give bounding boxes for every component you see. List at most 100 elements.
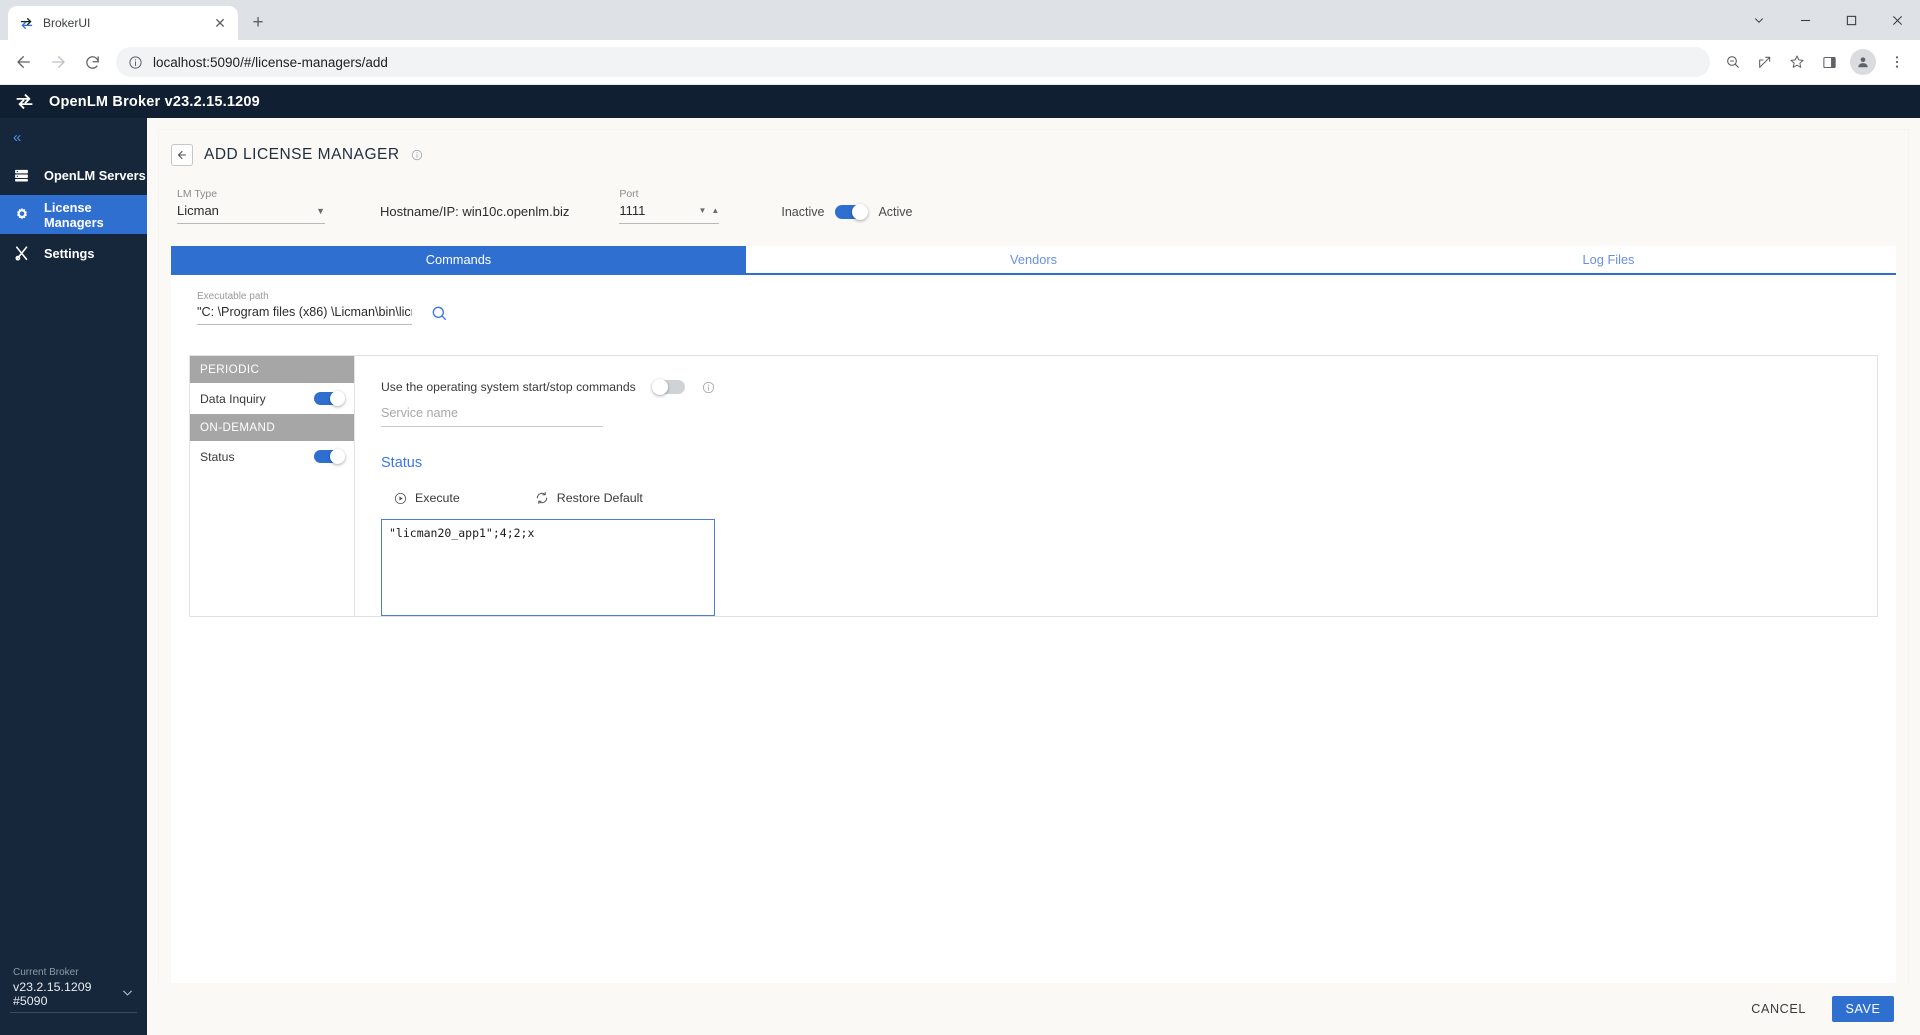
- cancel-button[interactable]: CANCEL: [1751, 1002, 1806, 1016]
- tab-bar: Commands Vendors Log Files: [171, 246, 1896, 275]
- kebab-menu-icon[interactable]: [1882, 47, 1912, 77]
- browser-toolbar: localhost:5090/#/license-managers/add: [0, 40, 1920, 85]
- current-broker-value-row[interactable]: v23.2.15.1209 #5090: [10, 980, 137, 1013]
- command-item-status[interactable]: Status: [190, 441, 354, 472]
- search-icon[interactable]: [430, 304, 449, 325]
- command-item-label: Data Inquiry: [200, 392, 266, 406]
- info-circle-icon[interactable]: [411, 149, 423, 161]
- footer-actions: CANCEL SAVE: [147, 983, 1920, 1035]
- lm-type-value: Licman: [177, 203, 219, 218]
- sidebar: « OpenLM Servers: [0, 118, 147, 1035]
- share-icon[interactable]: [1750, 47, 1780, 77]
- back-arrow-icon[interactable]: [8, 46, 40, 78]
- os-commands-row: Use the operating system start/stop comm…: [381, 380, 1877, 394]
- active-state-toggle-group: Inactive Active: [781, 205, 912, 224]
- app-title: OpenLM Broker v23.2.15.1209: [49, 94, 260, 110]
- command-list: PERIODIC Data Inquiry ON-DEMAND Status: [190, 356, 355, 616]
- status-toggle[interactable]: [314, 450, 344, 463]
- application-root: OpenLM Broker v23.2.15.1209 « OpenLM Ser…: [0, 85, 1920, 1035]
- active-state-toggle[interactable]: [835, 205, 867, 219]
- tab-vendors[interactable]: Vendors: [746, 246, 1321, 273]
- new-tab-button[interactable]: +: [244, 8, 272, 36]
- app-body: « OpenLM Servers: [0, 118, 1920, 1035]
- executable-path-field[interactable]: Executable path "C: \Program files (x86)…: [197, 291, 412, 325]
- port-input[interactable]: 1111 ▼ ▲: [619, 203, 719, 224]
- port-field[interactable]: Port 1111 ▼ ▲: [619, 188, 719, 224]
- double-chevron-left-icon[interactable]: «: [0, 118, 147, 156]
- lm-type-label: LM Type: [177, 188, 325, 200]
- content-card: ADD LICENSE MANAGER LM Type Licman ▼: [159, 130, 1908, 983]
- inactive-label: Inactive: [781, 205, 824, 219]
- address-bar[interactable]: localhost:5090/#/license-managers/add: [116, 47, 1710, 77]
- reload-icon[interactable]: [76, 46, 108, 78]
- os-commands-label: Use the operating system start/stop comm…: [381, 380, 636, 394]
- window-controls: [1736, 0, 1920, 40]
- close-icon[interactable]: ✕: [212, 15, 228, 31]
- command-actions: Execute Restore Default: [381, 491, 1877, 505]
- command-item-data-inquiry[interactable]: Data Inquiry: [190, 383, 354, 414]
- play-circle-icon: [394, 492, 407, 505]
- gear-icon: [12, 206, 31, 224]
- browser-tab-strip: BrokerUI ✕ +: [0, 0, 1920, 40]
- restore-default-button[interactable]: Restore Default: [535, 491, 643, 505]
- command-textarea[interactable]: "licman20_app1";4;2;x: [381, 519, 715, 616]
- back-button[interactable]: [171, 144, 193, 166]
- commands-area: PERIODIC Data Inquiry ON-DEMAND Status: [189, 355, 1878, 617]
- info-circle-icon[interactable]: [702, 381, 715, 394]
- profile-avatar-icon[interactable]: [1850, 49, 1876, 75]
- sidebar-item-license-managers[interactable]: License Managers: [0, 195, 147, 234]
- forward-arrow-icon[interactable]: [42, 46, 74, 78]
- close-icon[interactable]: [1874, 0, 1920, 40]
- hostname-label: Hostname/IP:: [380, 204, 459, 219]
- os-commands-toggle[interactable]: [653, 380, 685, 394]
- port-value: 1111: [619, 203, 645, 218]
- commands-tab-panel: Executable path "C: \Program files (x86)…: [171, 275, 1896, 983]
- sidebar-item-settings[interactable]: Settings: [0, 234, 147, 273]
- hostname-value: win10c.openlm.biz: [462, 204, 569, 219]
- lm-type-field[interactable]: LM Type Licman ▼: [177, 188, 325, 224]
- toggle-knob: [330, 449, 345, 464]
- minimize-icon[interactable]: [1782, 0, 1828, 40]
- zoom-out-icon[interactable]: [1718, 47, 1748, 77]
- port-stepper[interactable]: ▼ ▲: [699, 206, 720, 215]
- executable-path-value: "C: \Program files (x86) \Licman\bin\lic…: [197, 305, 412, 325]
- tab-commands[interactable]: Commands: [171, 246, 746, 273]
- hostname-field: Hostname/IP: win10c.openlm.biz: [380, 204, 569, 224]
- side-panel-icon[interactable]: [1814, 47, 1844, 77]
- maximize-icon[interactable]: [1828, 0, 1874, 40]
- execute-button[interactable]: Execute: [394, 491, 460, 505]
- bookmark-star-icon[interactable]: [1782, 47, 1812, 77]
- chevron-down-icon[interactable]: [121, 986, 134, 1002]
- execute-label: Execute: [415, 491, 460, 505]
- save-button[interactable]: SAVE: [1832, 996, 1894, 1022]
- executable-path-row: Executable path "C: \Program files (x86)…: [171, 291, 1896, 325]
- data-inquiry-toggle[interactable]: [314, 392, 344, 405]
- main-content: ADD LICENSE MANAGER LM Type Licman ▼: [147, 118, 1920, 1035]
- tab-log-files[interactable]: Log Files: [1321, 246, 1896, 273]
- app-header: OpenLM Broker v23.2.15.1209: [0, 85, 1920, 118]
- sidebar-spacer: [0, 273, 147, 967]
- server-icon: [12, 167, 31, 184]
- caret-up-icon[interactable]: ▲: [711, 206, 719, 215]
- browser-tab[interactable]: BrokerUI ✕: [8, 6, 238, 40]
- current-broker-label: Current Broker: [10, 967, 137, 978]
- sidebar-item-label: License Managers: [44, 200, 147, 230]
- executable-path-label: Executable path: [197, 291, 412, 302]
- tools-icon: [12, 245, 31, 263]
- page-header: ADD LICENSE MANAGER: [159, 130, 1908, 166]
- lm-type-select[interactable]: Licman ▼: [177, 203, 325, 224]
- service-name-field[interactable]: Service name: [381, 406, 603, 427]
- command-group-on-demand: ON-DEMAND: [190, 414, 354, 441]
- toggle-knob: [852, 204, 868, 220]
- current-broker-value: v23.2.15.1209 #5090: [13, 980, 121, 1008]
- current-broker-selector[interactable]: Current Broker v23.2.15.1209 #5090: [0, 967, 147, 1035]
- broker-arrows-icon: [14, 91, 35, 112]
- restore-default-label: Restore Default: [557, 491, 643, 505]
- caret-down-icon[interactable]: ▼: [699, 206, 707, 215]
- sidebar-item-label: Settings: [44, 246, 94, 261]
- caret-down-icon[interactable]: ▼: [316, 206, 325, 216]
- service-name-input[interactable]: Service name: [381, 406, 603, 427]
- info-circle-icon: [128, 55, 143, 70]
- sidebar-item-openlm-servers[interactable]: OpenLM Servers: [0, 156, 147, 195]
- chevron-down-icon[interactable]: [1736, 0, 1782, 40]
